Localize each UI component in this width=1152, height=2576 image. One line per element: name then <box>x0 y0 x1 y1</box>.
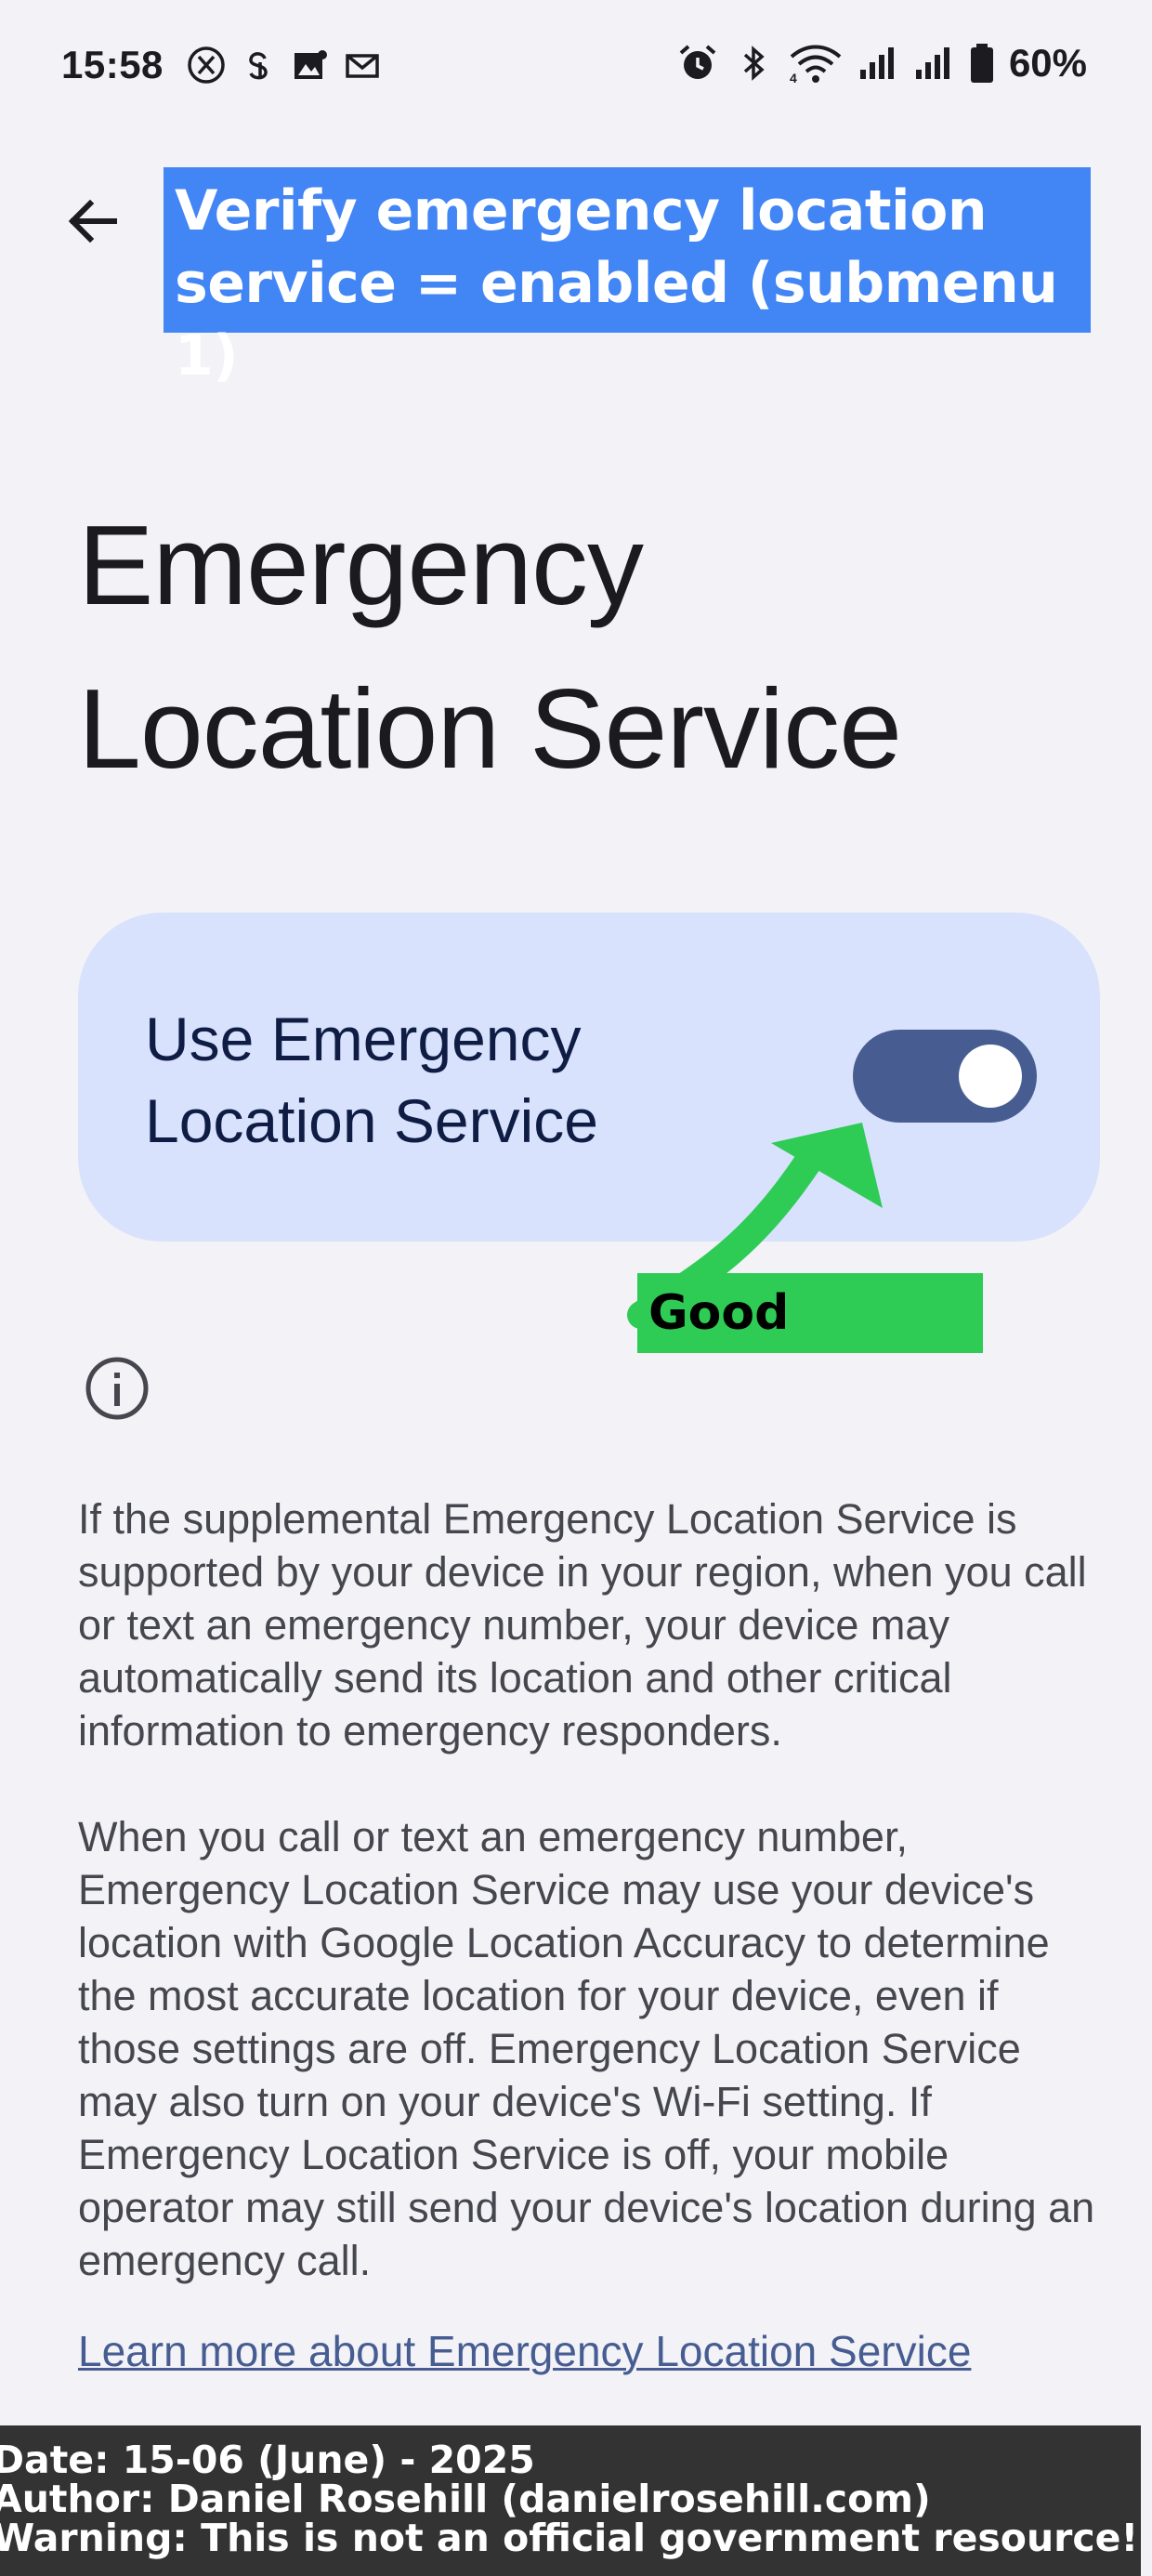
threads-app-icon <box>238 45 279 85</box>
info-icon <box>85 1357 149 1420</box>
footer-date: Date: 15-06 (June) - 2025 <box>0 2438 535 2482</box>
status-bar: 15:58 4 60% <box>0 0 1152 139</box>
arrow-back-icon <box>68 199 117 243</box>
footer-watermark: Date: 15-06 (June) - 2025 Author: Daniel… <box>0 2425 1141 2576</box>
bluetooth-icon <box>732 42 775 85</box>
learn-more-link[interactable]: Learn more about Emergency Location Serv… <box>78 2323 971 2379</box>
mail-icon <box>342 45 383 85</box>
footer-author: Author: Daniel Rosehill (danielrosehill.… <box>0 2477 931 2521</box>
good-annotation-label: Good <box>637 1273 983 1353</box>
footer-warning: Warning: This is not an official governm… <box>0 2516 1139 2560</box>
x-app-icon <box>186 45 227 85</box>
battery-icon <box>968 42 996 85</box>
signal-icon <box>857 42 899 85</box>
wifi-icon: 4 <box>788 42 844 85</box>
switch-thumb <box>959 1045 1022 1108</box>
toggle-label: Use Emergency Location Service <box>145 1005 598 1155</box>
photos-icon <box>290 45 331 85</box>
signal-icon-2 <box>912 42 955 85</box>
svg-text:4: 4 <box>790 71 797 85</box>
use-emergency-location-service-toggle-row[interactable]: Use Emergency Location Service <box>78 913 1100 1242</box>
battery-percent: 60% <box>1008 41 1087 85</box>
system-status-icons: 4 60% <box>676 41 1087 85</box>
back-button[interactable] <box>54 182 132 260</box>
alarm-icon <box>676 42 719 85</box>
status-time: 15:58 <box>61 43 164 86</box>
notification-icons <box>186 45 383 85</box>
page-title: Emergency Location Service <box>78 502 902 792</box>
description-paragraph-1: If the supplemental Emergency Location S… <box>78 1495 1087 1755</box>
annotation-banner: Verify emergency location service = enab… <box>164 167 1091 388</box>
description: If the supplemental Emergency Location S… <box>78 1492 1100 2340</box>
description-paragraph-2: When you call or text an emergency numbe… <box>78 1813 1095 2284</box>
